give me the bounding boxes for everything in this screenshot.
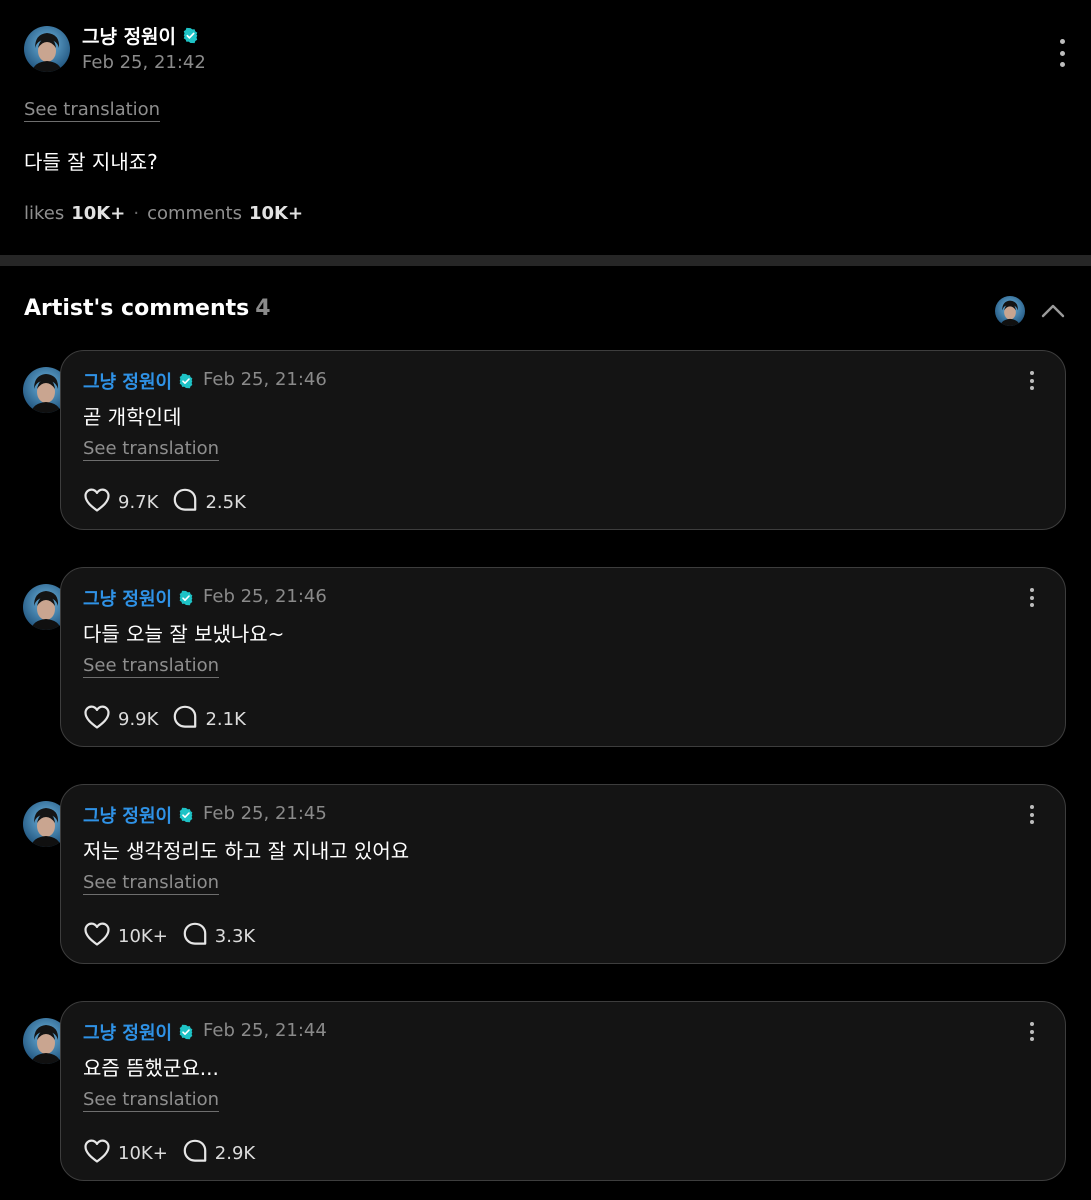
post-date: Feb 25, 21:42 bbox=[82, 52, 206, 73]
like-count: 9.7K bbox=[118, 492, 159, 513]
like-button[interactable]: 10K+ bbox=[83, 1138, 168, 1169]
comment-body: 곧 개학인데 bbox=[83, 405, 182, 429]
comment-card: 그냥 정원이 Feb 25, 21:46 다들 오늘 잘 보냈나요~ See t… bbox=[60, 567, 1066, 747]
heart-icon bbox=[83, 921, 118, 952]
comment-more-icon[interactable] bbox=[1027, 371, 1037, 390]
like-count: 10K+ bbox=[118, 1143, 168, 1164]
verified-check-icon bbox=[182, 27, 199, 44]
reply-button[interactable]: 2.5K bbox=[172, 487, 246, 518]
artist-avatar[interactable] bbox=[995, 296, 1025, 326]
comment-body: 요즘 뜸했군요... bbox=[83, 1056, 219, 1080]
comment-author[interactable]: 그냥 정원이 bbox=[83, 802, 194, 828]
post: 그냥 정원이 Feb 25, 21:42 See translation 다들 … bbox=[0, 0, 1091, 255]
verified-check-icon bbox=[178, 1024, 194, 1040]
post-see-translation-link[interactable]: See translation bbox=[24, 100, 161, 122]
comment-actions: 10K+ 3.3K bbox=[83, 921, 255, 952]
heart-icon bbox=[83, 1138, 118, 1169]
post-author-name: 그냥 정원이 bbox=[82, 26, 177, 48]
comment-card: 그냥 정원이 Feb 25, 21:45 저는 생각정리도 하고 잘 지내고 있… bbox=[60, 784, 1066, 964]
comment-author-name: 그냥 정원이 bbox=[83, 1023, 173, 1044]
comment-see-translation-link[interactable]: See translation bbox=[83, 1090, 220, 1112]
comment-author-name: 그냥 정원이 bbox=[83, 589, 173, 610]
comment-more-icon[interactable] bbox=[1027, 805, 1037, 824]
comment-more-icon[interactable] bbox=[1027, 1022, 1037, 1041]
chevron-up-icon[interactable] bbox=[1041, 300, 1065, 320]
comment-author[interactable]: 그냥 정원이 bbox=[83, 1019, 194, 1045]
comment-see-translation-link[interactable]: See translation bbox=[83, 439, 220, 461]
comment-see-translation-link[interactable]: See translation bbox=[83, 656, 220, 678]
stats-separator: · bbox=[133, 203, 140, 224]
comment-author[interactable]: 그냥 정원이 bbox=[83, 585, 194, 611]
post-more-icon[interactable] bbox=[1055, 39, 1069, 67]
verified-check-icon bbox=[178, 807, 194, 823]
like-count: 9.9K bbox=[118, 709, 159, 730]
heart-icon bbox=[83, 704, 118, 735]
comment-author[interactable]: 그냥 정원이 bbox=[83, 368, 194, 394]
reply-count: 2.1K bbox=[205, 709, 246, 730]
comment-card: 그냥 정원이 Feb 25, 21:46 곧 개학인데 See translat… bbox=[60, 350, 1066, 530]
comment-actions: 10K+ 2.9K bbox=[83, 1138, 255, 1169]
reply-count: 2.5K bbox=[205, 492, 246, 513]
comment-actions: 9.7K 2.5K bbox=[83, 487, 246, 518]
post-stats: likes 10K+ · comments 10K+ bbox=[24, 203, 303, 224]
section-divider bbox=[0, 255, 1091, 266]
like-button[interactable]: 10K+ bbox=[83, 921, 168, 952]
comment-actions: 9.9K 2.1K bbox=[83, 704, 246, 735]
comment-bubble-icon bbox=[172, 487, 205, 518]
comment-body: 저는 생각정리도 하고 잘 지내고 있어요 bbox=[83, 839, 410, 863]
comment-date: Feb 25, 21:46 bbox=[203, 369, 327, 390]
heart-icon bbox=[83, 487, 118, 518]
post-body: 다들 잘 지내죠? bbox=[24, 150, 158, 174]
comment-bubble-icon bbox=[182, 1138, 215, 1169]
reply-count: 2.9K bbox=[214, 1143, 256, 1164]
like-button[interactable]: 9.9K bbox=[83, 704, 158, 735]
reply-button[interactable]: 3.3K bbox=[182, 921, 255, 952]
like-button[interactable]: 9.7K bbox=[83, 487, 158, 518]
post-author[interactable]: 그냥 정원이 bbox=[82, 22, 199, 49]
comment-see-translation-link[interactable]: See translation bbox=[83, 873, 220, 895]
comment-date: Feb 25, 21:46 bbox=[203, 586, 327, 607]
comment-body: 다들 오늘 잘 보냈나요~ bbox=[83, 622, 285, 646]
likes-count: 10K+ bbox=[71, 203, 126, 224]
comments-count: 10K+ bbox=[248, 203, 304, 224]
reply-button[interactable]: 2.9K bbox=[182, 1138, 255, 1169]
comment-more-icon[interactable] bbox=[1027, 588, 1037, 607]
artist-comments-count: 4 bbox=[255, 296, 271, 321]
artist-comments-title: Artist's comments 4 bbox=[24, 296, 271, 321]
comment-date: Feb 25, 21:45 bbox=[203, 803, 327, 824]
reply-count: 3.3K bbox=[214, 926, 256, 947]
like-count: 10K+ bbox=[118, 926, 168, 947]
comment-bubble-icon bbox=[172, 704, 205, 735]
comment-author-name: 그냥 정원이 bbox=[83, 372, 173, 393]
comment-author-name: 그냥 정원이 bbox=[83, 806, 173, 827]
comment-bubble-icon bbox=[182, 921, 215, 952]
likes-label: likes bbox=[24, 203, 65, 224]
verified-check-icon bbox=[178, 590, 194, 606]
verified-check-icon bbox=[178, 373, 194, 389]
comment-card: 그냥 정원이 Feb 25, 21:44 요즘 뜸했군요... See tran… bbox=[60, 1001, 1066, 1181]
comments-label: comments bbox=[147, 203, 242, 224]
comment-date: Feb 25, 21:44 bbox=[203, 1020, 327, 1041]
section-title-text: Artist's comments bbox=[24, 296, 250, 321]
reply-button[interactable]: 2.1K bbox=[172, 704, 246, 735]
post-author-avatar[interactable] bbox=[24, 26, 70, 72]
